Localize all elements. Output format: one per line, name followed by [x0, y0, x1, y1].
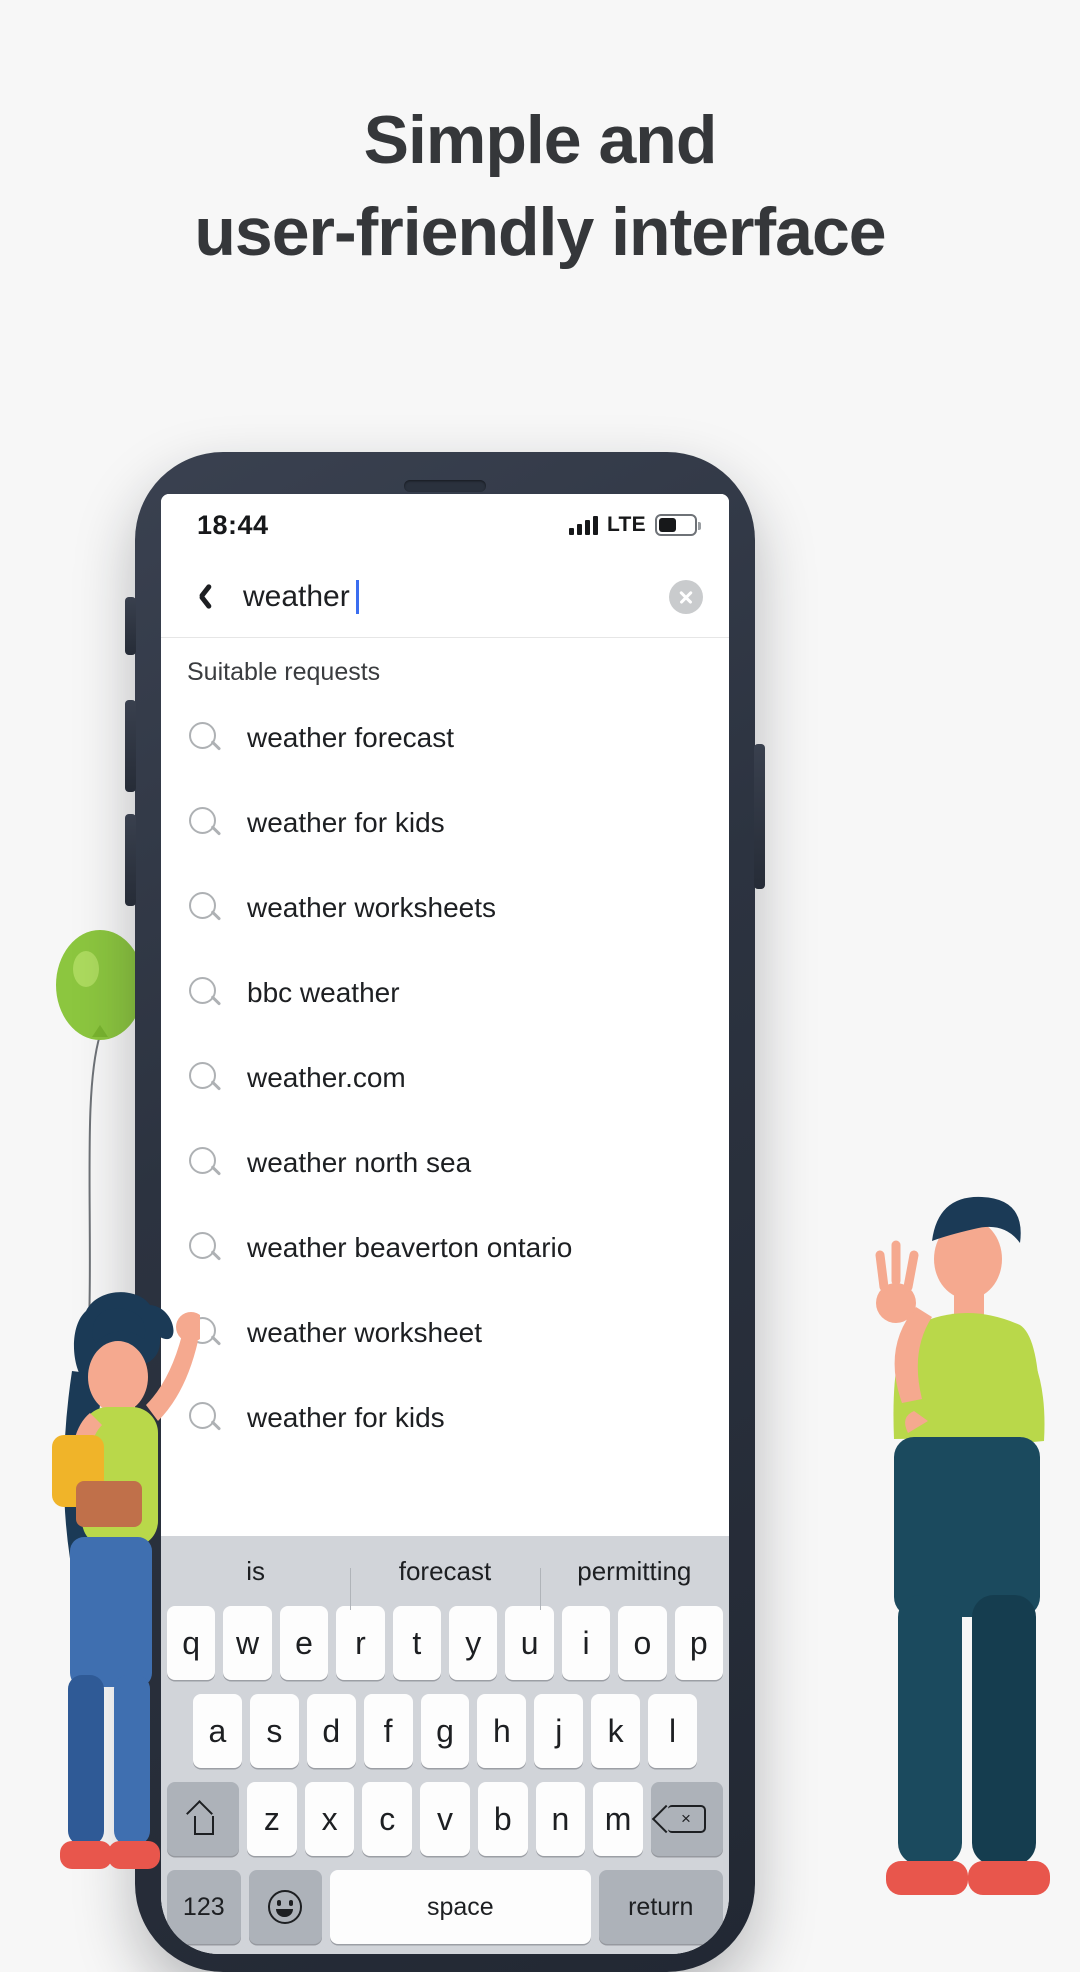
key-j[interactable]: j — [534, 1694, 584, 1768]
key-f[interactable]: f — [363, 1694, 413, 1768]
search-query-text: weather — [243, 579, 350, 613]
space-key[interactable]: space — [330, 1870, 591, 1944]
headline-line-2: user-friendly interface — [194, 193, 886, 270]
signal-bars-icon — [568, 515, 598, 535]
girl-illustration — [52, 1292, 200, 1869]
key-w[interactable]: w — [223, 1606, 272, 1680]
emoji-key[interactable] — [248, 1870, 323, 1944]
key-t[interactable]: t — [392, 1606, 441, 1680]
volume-up-button[interactable] — [125, 700, 136, 792]
suggestions-list: weather forecast weather for kids weathe… — [161, 695, 729, 1460]
key-n[interactable]: n — [535, 1782, 586, 1856]
key-m[interactable]: m — [593, 1782, 643, 1856]
list-item[interactable]: bbc weather — [161, 950, 729, 1035]
suggestion-label: weather beaverton ontario — [247, 1231, 573, 1263]
key-y[interactable]: y — [449, 1606, 498, 1680]
virtual-keyboard: is forecast permitting q w e r t y u i o… — [161, 1536, 729, 1954]
boy-illustration — [875, 1196, 1050, 1895]
prediction-item[interactable]: permitting — [539, 1556, 729, 1610]
phone-speaker — [404, 480, 486, 492]
clear-circle-icon[interactable] — [669, 579, 703, 614]
suggestion-label: weather for kids — [247, 806, 445, 838]
status-bar: 18:44 LTE — [161, 494, 729, 556]
key-h[interactable]: h — [477, 1694, 527, 1768]
key-i[interactable]: i — [561, 1606, 611, 1680]
phone-mockup: 18:44 LTE weather Suitable requests weat… — [125, 452, 765, 1972]
key-x[interactable]: x — [304, 1782, 355, 1856]
list-item[interactable]: weather worksheet — [161, 1290, 729, 1375]
list-item[interactable]: weather beaverton ontario — [161, 1205, 729, 1290]
search-icon — [187, 890, 223, 926]
key-v[interactable]: v — [420, 1782, 470, 1856]
keyboard-row-1: q w e r t y u i o p — [161, 1606, 729, 1680]
return-key[interactable]: return — [598, 1870, 724, 1944]
search-icon — [187, 975, 223, 1011]
list-item[interactable]: weather.com — [161, 1035, 729, 1120]
keyboard-row-3: z x c v b n m × — [161, 1782, 729, 1856]
status-indicators: LTE — [568, 513, 701, 537]
power-button[interactable] — [754, 744, 765, 889]
search-icon — [187, 1230, 223, 1266]
page-title: Simple and user-friendly interface — [0, 95, 1080, 279]
key-e[interactable]: e — [279, 1606, 329, 1680]
key-u[interactable]: u — [505, 1606, 554, 1680]
key-b[interactable]: b — [477, 1782, 528, 1856]
suggestion-label: weather worksheets — [247, 891, 497, 923]
keyboard-row-2: a s d f g h j k l — [161, 1694, 729, 1768]
suggestion-label: weather.com — [247, 1061, 406, 1093]
search-icon — [187, 1145, 223, 1181]
key-d[interactable]: d — [306, 1694, 356, 1768]
suggestion-label: weather worksheet — [247, 1316, 483, 1348]
key-g[interactable]: g — [420, 1694, 470, 1768]
suggestion-label: bbc weather — [247, 976, 400, 1008]
headline-line-1: Simple and — [363, 102, 718, 178]
text-caret — [355, 579, 359, 614]
key-c[interactable]: c — [362, 1782, 413, 1856]
key-l[interactable]: l — [648, 1694, 698, 1768]
prediction-bar: is forecast permitting — [161, 1536, 729, 1610]
volume-down-button[interactable] — [125, 814, 136, 906]
key-p[interactable]: p — [674, 1606, 724, 1680]
search-input[interactable]: weather — [243, 579, 669, 614]
list-item[interactable]: weather for kids — [161, 1375, 729, 1460]
mute-switch[interactable] — [125, 597, 136, 655]
phone-screen: 18:44 LTE weather Suitable requests weat… — [161, 494, 729, 1954]
network-label: LTE — [606, 513, 646, 536]
search-icon — [187, 720, 223, 756]
search-bar: weather — [161, 556, 729, 638]
key-a[interactable]: a — [193, 1694, 242, 1768]
battery-icon — [655, 514, 701, 536]
suggestion-label: weather for kids — [247, 1401, 445, 1433]
key-s[interactable]: s — [249, 1694, 299, 1768]
search-icon — [187, 805, 223, 841]
suggestion-label: weather north sea — [247, 1146, 472, 1178]
key-k[interactable]: k — [591, 1694, 641, 1768]
prediction-item[interactable]: forecast — [350, 1556, 539, 1610]
search-icon — [187, 1060, 223, 1096]
suggestion-label: weather forecast — [247, 721, 454, 753]
key-r[interactable]: r — [336, 1606, 385, 1680]
key-z[interactable]: z — [247, 1782, 297, 1856]
chevron-left-icon[interactable] — [187, 577, 227, 617]
keyboard-row-4: 123 space return — [161, 1870, 729, 1944]
list-item[interactable]: weather for kids — [161, 780, 729, 865]
backspace-icon: × — [668, 1805, 706, 1833]
list-item[interactable]: weather worksheets — [161, 865, 729, 950]
list-item[interactable]: weather north sea — [161, 1120, 729, 1205]
list-item[interactable]: weather forecast — [161, 695, 729, 780]
status-clock: 18:44 — [197, 509, 269, 540]
key-o[interactable]: o — [618, 1606, 667, 1680]
emoji-icon — [268, 1890, 303, 1924]
backspace-key[interactable]: × — [650, 1782, 724, 1856]
suggestions-header: Suitable requests — [161, 638, 729, 695]
